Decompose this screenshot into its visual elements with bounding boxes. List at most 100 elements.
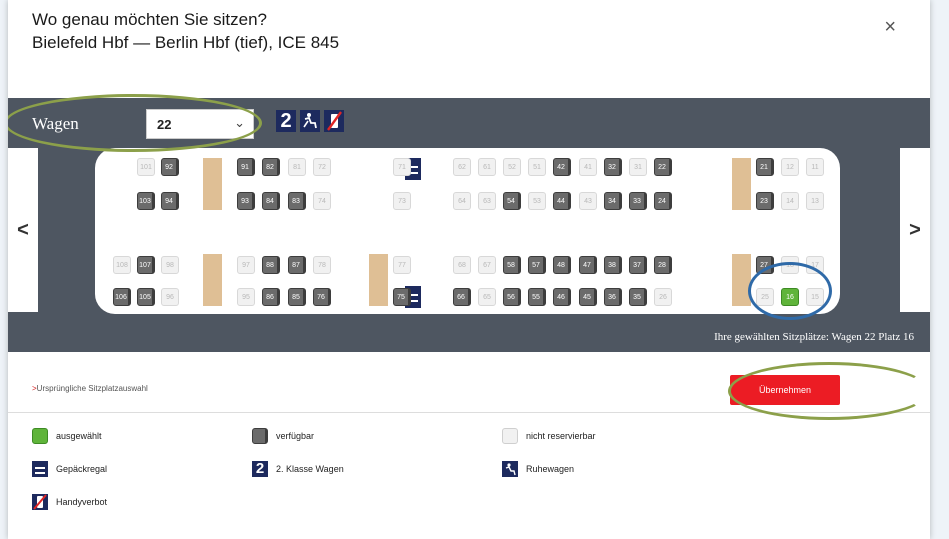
seat-92[interactable]: 92 — [161, 158, 179, 176]
seat-105[interactable]: 105 — [137, 288, 155, 306]
seat-45[interactable]: 45 — [579, 288, 597, 306]
divider — [8, 412, 930, 413]
seat-74: 74 — [313, 192, 331, 210]
seat-15: 15 — [806, 288, 824, 306]
chevron-down-icon: ⌄ — [234, 115, 245, 130]
seat-83[interactable]: 83 — [288, 192, 306, 210]
legend-not-reservable-label: nicht reservierbar — [526, 431, 596, 441]
table — [732, 158, 751, 210]
seat-38[interactable]: 38 — [604, 256, 622, 274]
original-seat-selection-label: Ursprüngliche Sitzplatzauswahl — [36, 384, 148, 393]
seat-55[interactable]: 55 — [528, 288, 546, 306]
seat-85[interactable]: 85 — [288, 288, 306, 306]
seat-11: 11 — [806, 158, 824, 176]
seat-108: 108 — [113, 256, 131, 274]
seat-91[interactable]: 91 — [237, 158, 255, 176]
seat-54[interactable]: 54 — [503, 192, 521, 210]
seat-94[interactable]: 94 — [161, 192, 179, 210]
seat-86[interactable]: 86 — [262, 288, 280, 306]
seat-73: 73 — [393, 192, 411, 210]
seat-51: 51 — [528, 158, 546, 176]
seat-106[interactable]: 106 — [113, 288, 131, 306]
seat-27[interactable]: 27 — [756, 256, 774, 274]
seat-44[interactable]: 44 — [553, 192, 571, 210]
seat-66[interactable]: 66 — [453, 288, 471, 306]
seat-17: 17 — [806, 256, 824, 274]
table — [369, 254, 388, 306]
seat-53: 53 — [528, 192, 546, 210]
selected-seats-summary: Ihre gewählten Sitzplätze: Wagen 22 Plat… — [714, 331, 914, 343]
handyverbot-icon — [32, 494, 48, 510]
ruhewagen-icon — [300, 110, 320, 132]
seat-62: 62 — [453, 158, 471, 176]
wagon-floor-plan: 101 92 91 82 81 72 71 62 61 52 51 42 41 32 31 22 21 12 11 1… — [95, 148, 840, 314]
seat-76[interactable]: 76 — [313, 288, 331, 306]
seat-52: 52 — [503, 158, 521, 176]
legend-available-label: verfügbar — [276, 431, 315, 441]
seat-96: 96 — [161, 288, 179, 306]
seat-97: 97 — [237, 256, 255, 274]
seat-84[interactable]: 84 — [262, 192, 280, 210]
second-class-icon: 2 — [276, 110, 296, 132]
seat-47[interactable]: 47 — [579, 256, 597, 274]
seat-selected-16[interactable]: 16 — [781, 288, 799, 306]
handyverbot-icon — [324, 110, 344, 132]
seat-71: 71 — [393, 158, 411, 176]
legend-available-swatch — [252, 428, 268, 444]
seat-81: 81 — [288, 158, 306, 176]
seat-98: 98 — [161, 256, 179, 274]
seat-37[interactable]: 37 — [629, 256, 647, 274]
seat-34[interactable]: 34 — [604, 192, 622, 210]
seat-23[interactable]: 23 — [756, 192, 774, 210]
seat-101: 101 — [137, 158, 155, 176]
seat-22[interactable]: 22 — [654, 158, 672, 176]
seat-57[interactable]: 57 — [528, 256, 546, 274]
seat-46[interactable]: 46 — [553, 288, 571, 306]
seat-107[interactable]: 107 — [137, 256, 155, 274]
legend-phone-ban-label: Handyverbot — [56, 497, 108, 507]
legend-quiet-label: Ruhewagen — [526, 464, 575, 474]
legend-not-reservable-swatch — [502, 428, 518, 444]
seat-13: 13 — [806, 192, 824, 210]
wagen-select[interactable]: 22 ⌄ — [146, 109, 254, 139]
seat-18: 18 — [781, 256, 799, 274]
seat-75[interactable]: 75 — [393, 288, 411, 306]
seat-25: 25 — [756, 288, 774, 306]
seat-28[interactable]: 28 — [654, 256, 672, 274]
seat-reservation-dialog: Wo genau möchten Sie sitzen? Bielefeld H… — [8, 0, 930, 539]
close-icon[interactable]: × — [884, 16, 896, 39]
wagen-select-value: 22 — [157, 117, 172, 132]
wagen-label: Wagen — [32, 114, 79, 133]
seat-65: 65 — [478, 288, 496, 306]
seat-78: 78 — [313, 256, 331, 274]
seat-87[interactable]: 87 — [288, 256, 306, 274]
seat-56[interactable]: 56 — [503, 288, 521, 306]
seat-93[interactable]: 93 — [237, 192, 255, 210]
seat-32[interactable]: 32 — [604, 158, 622, 176]
seat-48[interactable]: 48 — [553, 256, 571, 274]
luggage-rack-icon — [32, 461, 48, 477]
second-class-icon: 2 — [252, 461, 268, 477]
original-seat-selection-link[interactable]: >Ursprüngliche Sitzplatzauswahl — [32, 384, 148, 393]
seat-24[interactable]: 24 — [654, 192, 672, 210]
seat-72: 72 — [313, 158, 331, 176]
seat-31: 31 — [629, 158, 647, 176]
table — [732, 254, 751, 306]
prev-wagon-button[interactable]: < — [8, 148, 38, 312]
legend-luggage-label: Gepäckregal — [56, 464, 108, 474]
seat-33[interactable]: 33 — [629, 192, 647, 210]
confirm-button[interactable]: Übernehmen — [730, 375, 840, 405]
seat-41: 41 — [579, 158, 597, 176]
seat-36[interactable]: 36 — [604, 288, 622, 306]
table — [203, 158, 222, 210]
seat-58[interactable]: 58 — [503, 256, 521, 274]
seat-103[interactable]: 103 — [137, 192, 155, 210]
next-wagon-button[interactable]: > — [900, 148, 930, 312]
seat-82[interactable]: 82 — [262, 158, 280, 176]
table — [203, 254, 222, 306]
seat-35[interactable]: 35 — [629, 288, 647, 306]
seat-88[interactable]: 88 — [262, 256, 280, 274]
seat-43: 43 — [579, 192, 597, 210]
seat-21[interactable]: 21 — [756, 158, 774, 176]
seat-42[interactable]: 42 — [553, 158, 571, 176]
